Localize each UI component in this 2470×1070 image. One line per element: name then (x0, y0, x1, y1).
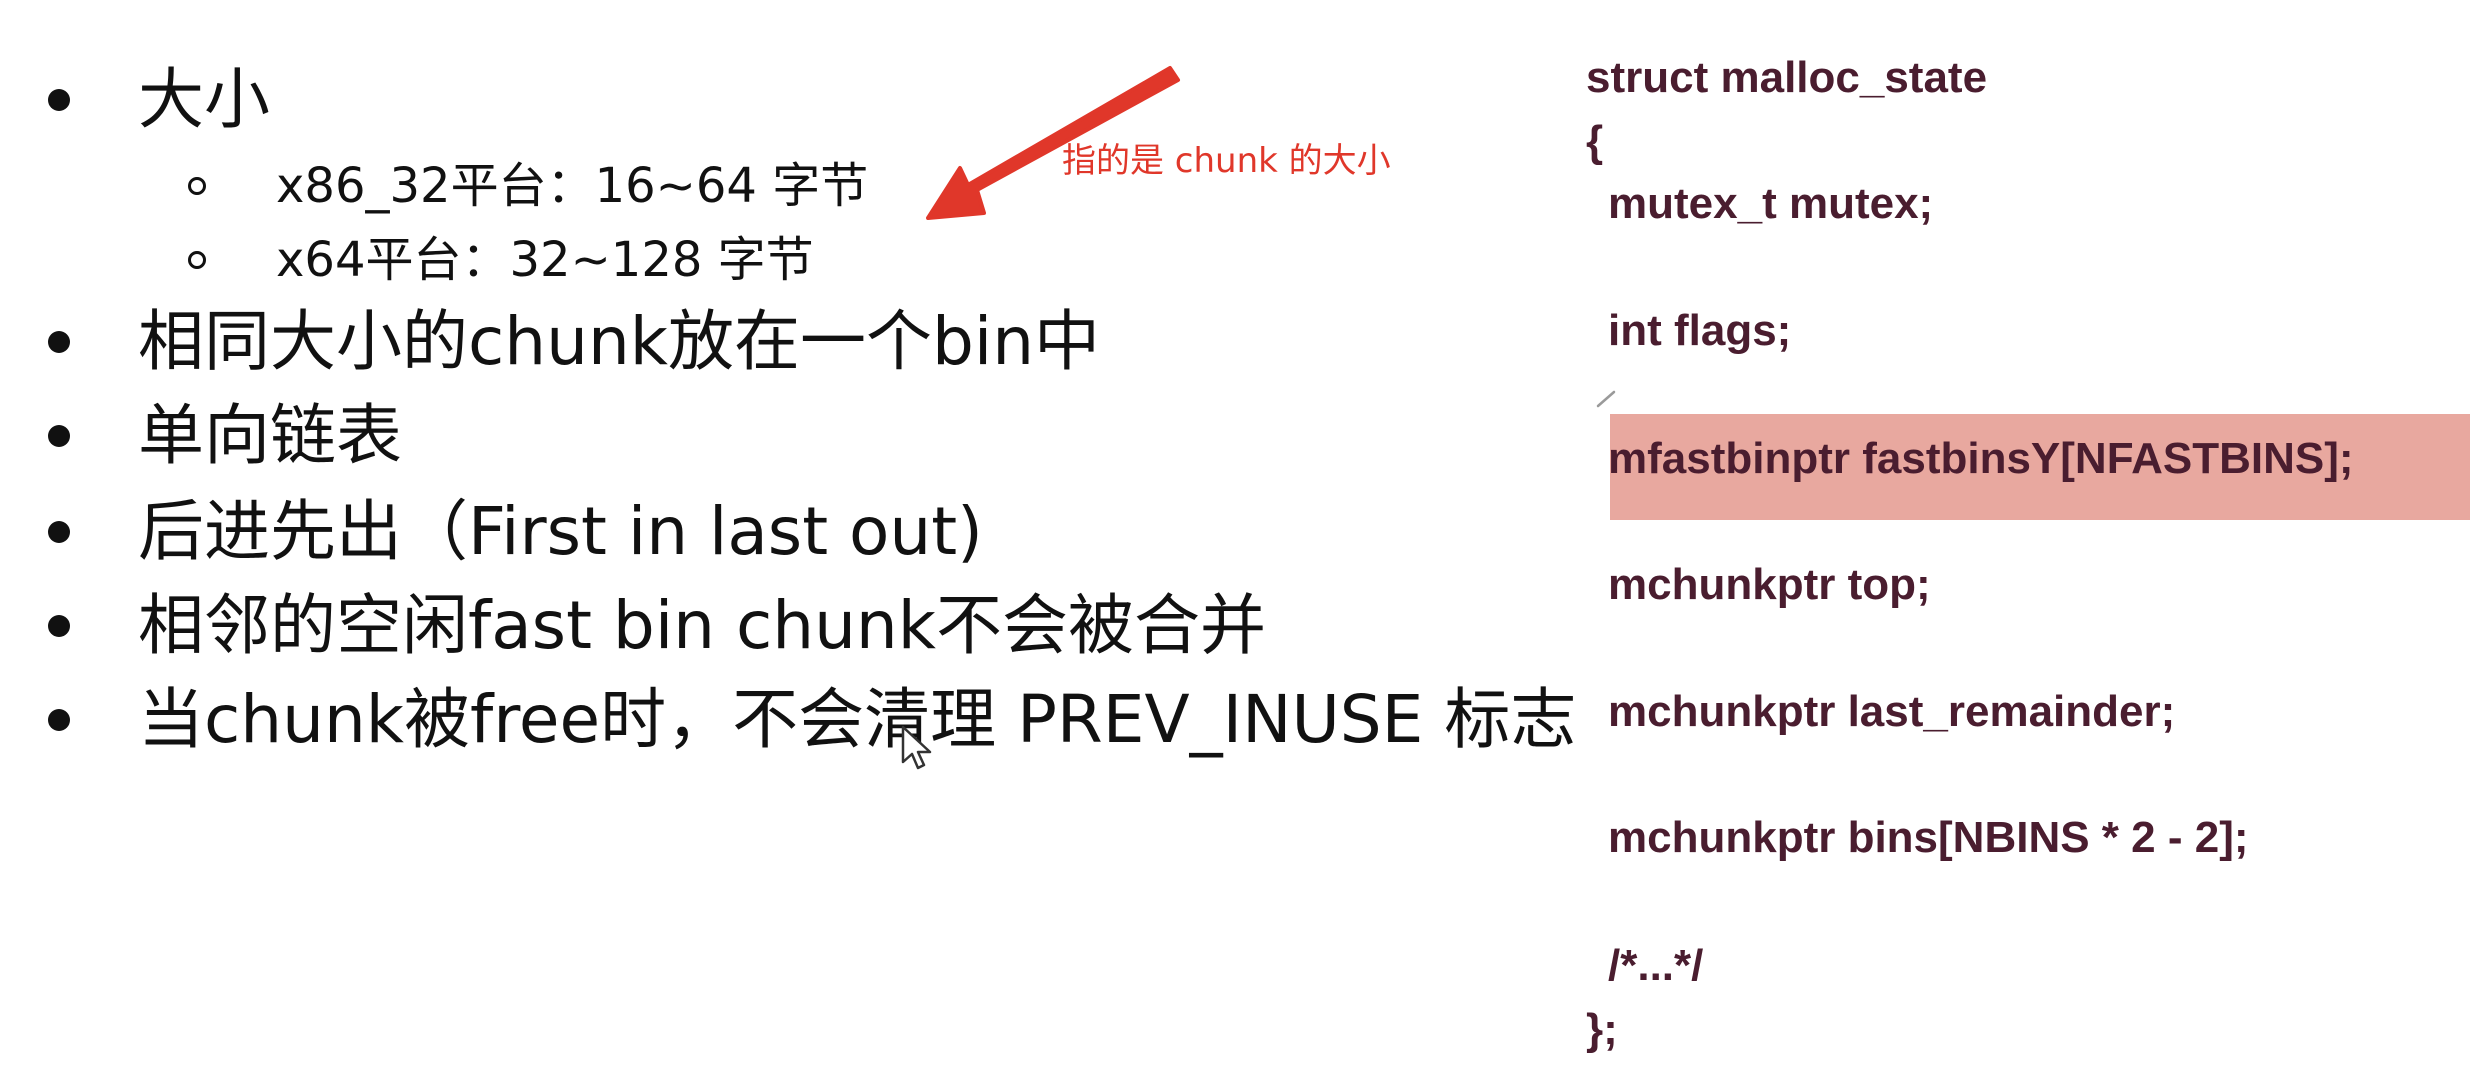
pencil-mark-icon (1596, 390, 1616, 408)
annotation-chunk-size: 指的是 chunk 的大小 (1062, 141, 1391, 181)
mouse-pointer-icon (901, 725, 932, 770)
sub-bullet-circle-icon (188, 177, 206, 195)
bullet-dot-icon (48, 89, 70, 111)
bullet-prev-inuse: 当chunk被free时，不会清理 PREV_INUSE 标志 (138, 681, 1577, 758)
bullet-same-size-bin: 相同大小的chunk放在一个bin中 (138, 303, 1101, 380)
bullet-lifo: 后进先出（First in last out) (138, 493, 983, 570)
code-line-comment: /*...*/ (1608, 941, 1704, 990)
sub-bullet-x86: x86_32平台：16~64 字节 (276, 158, 869, 214)
bullet-dot-icon (48, 709, 70, 731)
code-line-fastbinsY: mfastbinptr fastbinsY[NFASTBINS]; (1608, 434, 2354, 483)
bullet-no-merge: 相邻的空闲fast bin chunk不会被合并 (138, 587, 1266, 664)
code-line-struct: struct malloc_state (1586, 53, 1988, 102)
code-line-bins: mchunkptr bins[NBINS * 2 - 2]; (1608, 813, 2249, 862)
code-line-last-remainder: mchunkptr last_remainder; (1608, 687, 2176, 736)
bullet-dot-icon (48, 521, 70, 543)
code-line-open-brace: { (1586, 117, 1604, 166)
sub-bullet-circle-icon (188, 251, 206, 269)
bullet-dot-icon (48, 331, 70, 353)
code-panel (1580, 0, 2470, 1070)
bullet-size: 大小 (138, 61, 270, 138)
code-line-flags: int flags; (1608, 306, 1792, 355)
slide: 大小 x86_32平台：16~64 字节 x64平台：32~128 字节 相同大… (0, 0, 2470, 1070)
code-line-close-brace: }; (1586, 1005, 1618, 1054)
bullet-dot-icon (48, 425, 70, 447)
code-line-mutex: mutex_t mutex; (1608, 179, 1934, 228)
sub-bullet-x64: x64平台：32~128 字节 (276, 232, 814, 288)
bullet-singly-linked: 单向链表 (138, 397, 402, 474)
bullet-dot-icon (48, 615, 70, 637)
code-line-top: mchunkptr top; (1608, 560, 1931, 609)
